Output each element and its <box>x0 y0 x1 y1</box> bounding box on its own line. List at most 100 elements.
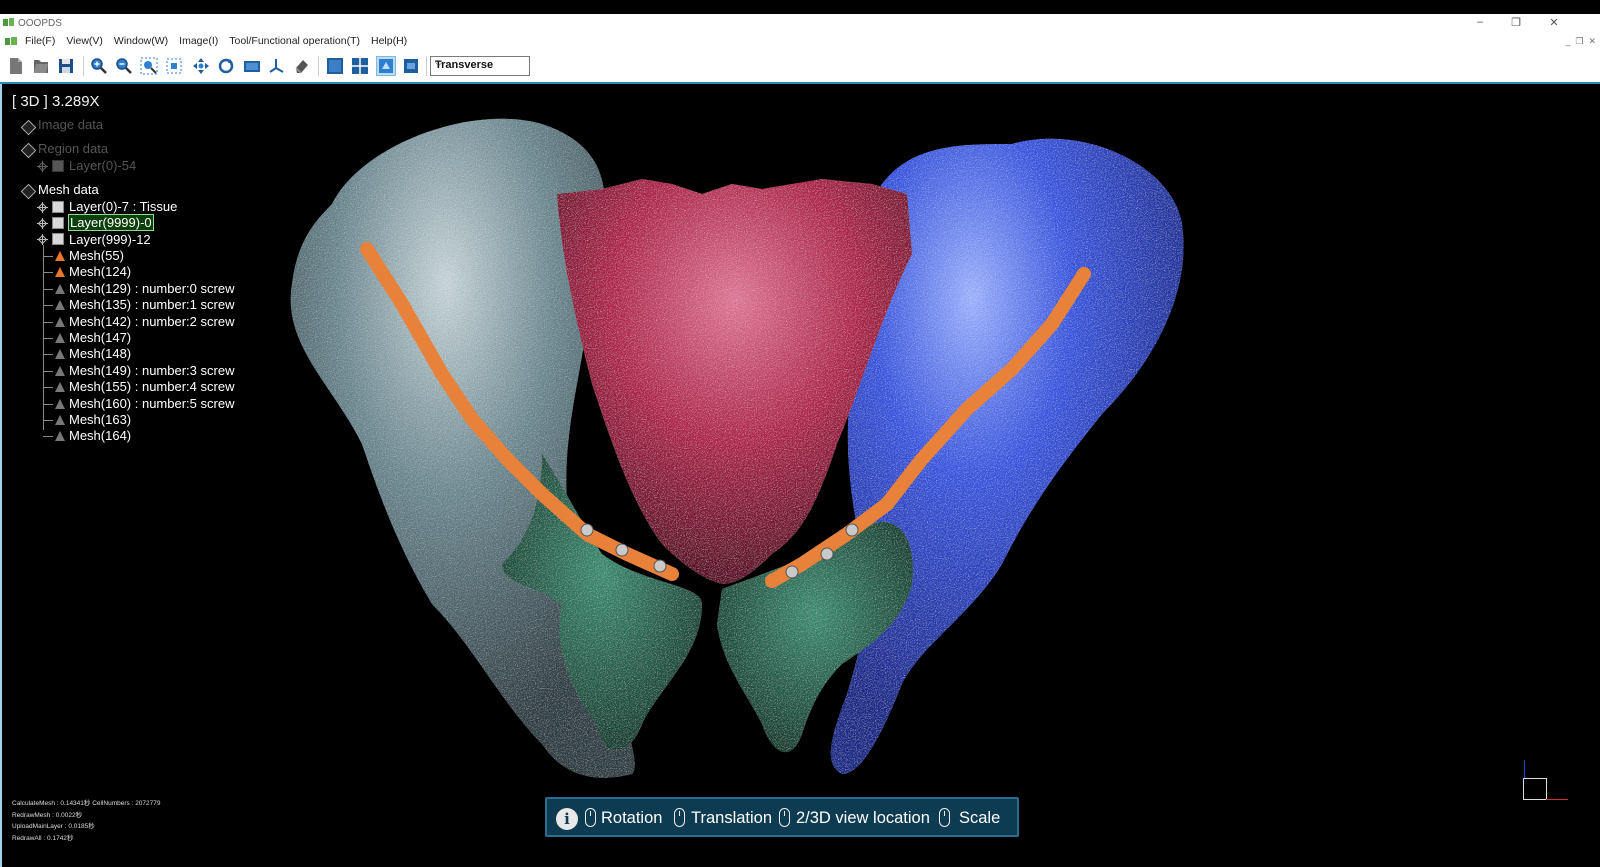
tree-mesh-item[interactable]: Mesh(135) : number:1 screw <box>69 297 234 313</box>
layout-single-button[interactable] <box>326 57 344 75</box>
orientation-axis-x <box>1546 799 1568 800</box>
tree-region-layer[interactable]: Layer(0)-54 <box>69 158 136 174</box>
tree-connector <box>43 370 53 372</box>
title-bar: OOOPDS – ❐ ✕ <box>0 14 1600 33</box>
layout-quad-button[interactable] <box>351 57 369 75</box>
zoom-out-button[interactable] <box>115 57 133 75</box>
eraser-button[interactable] <box>293 57 311 75</box>
menu-file[interactable]: File(F) <box>25 35 55 47</box>
info-icon[interactable]: i <box>556 808 578 830</box>
tree-connector <box>43 305 53 307</box>
mesh-triangle-icon <box>55 316 65 327</box>
help-rotation: Rotation <box>601 809 663 827</box>
expand-cross-icon[interactable] <box>37 161 48 172</box>
toolbar-separator <box>426 56 427 76</box>
menu-window[interactable]: Window(W) <box>114 35 168 47</box>
tree-connector <box>43 403 53 405</box>
toolbar-separator <box>83 56 84 76</box>
rotate-button[interactable] <box>217 57 235 75</box>
tree-connector <box>43 436 53 438</box>
orientation-axis-z <box>1524 760 1525 778</box>
view-3d-button[interactable] <box>376 56 396 76</box>
tree-mesh-item[interactable]: Mesh(148) <box>69 346 131 362</box>
3d-viewport[interactable]: [ 3D ] 3.289X Image data Region data Lay… <box>0 84 1600 867</box>
help-translation: Translation <box>691 809 773 827</box>
layer-icon <box>52 217 64 229</box>
restore-button[interactable]: ❐ <box>1506 16 1526 29</box>
view-2d-button[interactable] <box>402 57 420 75</box>
tree-mesh-item[interactable]: Mesh(149) : number:3 screw <box>69 363 234 379</box>
view-orientation-select[interactable]: Transverse ⌵ <box>430 56 530 76</box>
mdi-close-button[interactable]: ✕ <box>1588 36 1596 47</box>
tree-mesh-item[interactable]: Mesh(55) <box>69 248 124 264</box>
tree-connector <box>43 321 53 323</box>
collapse-cross-icon[interactable] <box>37 234 48 245</box>
zoom-fit-button[interactable] <box>140 57 158 75</box>
window-title: OOOPDS <box>18 18 62 29</box>
menu-tool[interactable]: Tool/Functional operation(T) <box>229 35 360 47</box>
tree-mesh-item[interactable]: Mesh(155) : number:4 screw <box>69 379 234 395</box>
close-button[interactable]: ✕ <box>1544 16 1564 29</box>
mdi-minimize-button[interactable]: _ <box>1565 36 1570 47</box>
tree-layer-tissue[interactable]: Layer(0)-7 : Tissue <box>69 199 177 215</box>
save-button[interactable] <box>57 57 75 75</box>
zoom-level-label: [ 3D ] 3.289X <box>12 93 100 110</box>
menu-image[interactable]: Image(I) <box>179 35 218 47</box>
menu-help[interactable]: Help(H) <box>371 35 407 47</box>
tree-mesh-data[interactable]: Mesh data <box>38 182 99 198</box>
mouse-scroll-icon <box>939 808 950 827</box>
tree-mesh-item[interactable]: Mesh(142) : number:2 screw <box>69 314 234 330</box>
mouse-right-icon <box>674 808 685 827</box>
tree-mesh-item[interactable]: Mesh(124) <box>69 264 131 280</box>
tree-connector <box>43 272 53 274</box>
tree-connector <box>43 387 53 389</box>
help-scale: Scale <box>959 809 1001 827</box>
zoom-region-button[interactable] <box>165 57 183 75</box>
tree-layer-selected[interactable]: Layer(9999)-0 <box>68 214 154 231</box>
tree-mesh-item[interactable]: Mesh(164) <box>69 428 131 444</box>
screen-top-strip <box>0 0 1600 14</box>
mesh-triangle-icon <box>55 365 65 376</box>
orientation-cube-icon <box>1523 778 1547 800</box>
menu-view[interactable]: View(V) <box>66 35 103 47</box>
minimize-button[interactable]: – <box>1470 16 1490 28</box>
tree-mesh-item[interactable]: Mesh(147) <box>69 330 131 346</box>
app-menu-icon[interactable] <box>5 36 18 46</box>
mouse-help-bar: i Rotation Translation 2/3D view locatio… <box>545 797 1019 837</box>
pan-icon <box>193 58 209 74</box>
tree-mesh-item[interactable]: Mesh(160) : number:5 screw <box>69 396 234 412</box>
mdi-restore-button[interactable]: ❐ <box>1575 36 1583 47</box>
expand-cross-icon[interactable] <box>37 218 48 229</box>
pelvis-3d-model[interactable] <box>2 84 1600 867</box>
tree-layer-mesh-group[interactable]: Layer(999)-12 <box>69 232 151 248</box>
pan-button[interactable] <box>192 57 210 75</box>
mesh-triangle-icon <box>55 251 65 261</box>
mesh-triangle-icon <box>55 382 65 393</box>
axis-button[interactable] <box>268 57 286 75</box>
menu-bar: File(F) View(V) Window(W) Image(I) Tool/… <box>0 33 1600 50</box>
expand-cross-icon[interactable] <box>37 202 48 213</box>
render-stats: CalculateMesh : 0.14341秒 CellNumbers : 2… <box>12 798 161 844</box>
mesh-triangle-icon <box>55 267 65 278</box>
zoom-in-button[interactable] <box>90 57 108 75</box>
mesh-triangle-icon <box>55 431 65 442</box>
screenshot-button[interactable] <box>243 57 261 75</box>
zoom-out-icon <box>116 58 132 74</box>
mesh-triangle-icon <box>55 283 65 294</box>
tree-image-data[interactable]: Image data <box>38 117 103 133</box>
tree-connector <box>43 354 53 356</box>
tree-mesh-item[interactable]: Mesh(163) <box>69 412 131 428</box>
chevron-down-icon: ⌵ <box>435 58 443 69</box>
tree-connector <box>43 288 53 290</box>
tree-mesh-item[interactable]: Mesh(129) : number:0 screw <box>69 281 234 297</box>
tree-connector <box>43 256 53 257</box>
zoom-in-icon <box>91 58 107 74</box>
zoom-fit-icon <box>140 57 158 75</box>
zoom-region-icon <box>166 58 182 74</box>
tree-region-data[interactable]: Region data <box>38 141 108 157</box>
mouse-wheel-icon <box>779 808 790 827</box>
new-file-button[interactable] <box>7 57 25 75</box>
open-file-button[interactable] <box>32 57 50 75</box>
view-3d-icon <box>379 59 393 73</box>
save-icon <box>59 59 73 73</box>
